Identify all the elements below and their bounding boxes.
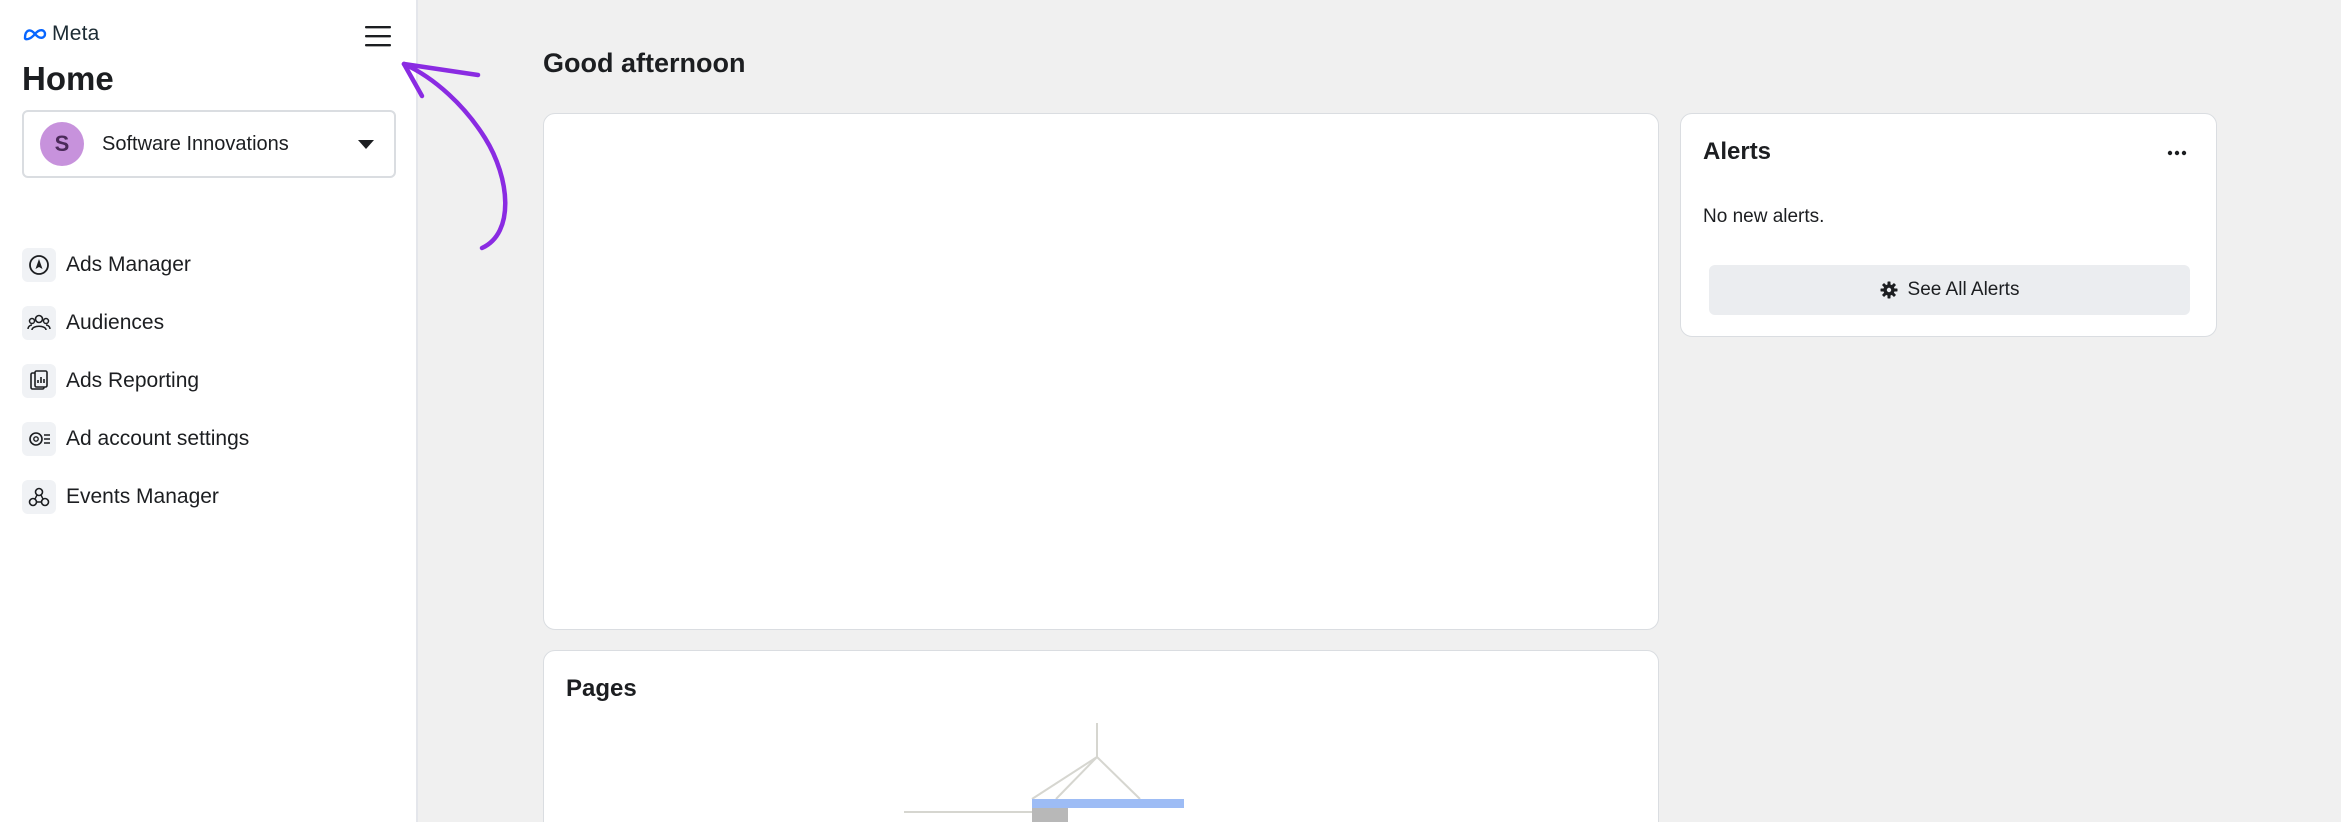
sidebar-item-ads-reporting[interactable]: Ads Reporting (22, 352, 396, 410)
page-title: Home (22, 60, 114, 97)
hamburger-icon (365, 26, 391, 47)
see-all-alerts-button[interactable]: See All Alerts (1709, 265, 2190, 315)
compass-icon (22, 248, 56, 282)
overview-card (543, 113, 1659, 630)
see-all-alerts-label: See All Alerts (1907, 279, 2020, 300)
brand-name: Meta (52, 22, 100, 45)
events-icon (22, 480, 56, 514)
report-icon (22, 364, 56, 398)
alerts-card-title: Alerts (1703, 138, 1772, 165)
hamburger-menu-button[interactable] (360, 18, 396, 54)
people-icon (22, 306, 56, 340)
chevron-down-icon (358, 139, 374, 149)
greeting: Good afternoon (543, 48, 746, 78)
sidebar-item-label: Ads Reporting (66, 369, 200, 392)
pages-illustration-icon (904, 723, 1184, 822)
sidebar-item-ads-manager[interactable]: Ads Manager (22, 236, 396, 294)
sidebar-item-events-manager[interactable]: Events Manager (22, 468, 396, 526)
account-name: Software Innovations (102, 132, 289, 155)
alerts-more-button[interactable] (2160, 136, 2194, 170)
sidebar-item-audiences[interactable]: Audiences (22, 294, 396, 352)
sidebar-item-label: Audiences (66, 311, 165, 334)
annotation-arrow-icon (401, 61, 508, 251)
sidebar-item-label: Ads Manager (66, 253, 191, 276)
alerts-card: Alerts No new alerts. See All Alerts (1680, 113, 2217, 337)
more-options-icon (2167, 150, 2187, 156)
account-selector[interactable]: S Software Innovations (22, 110, 396, 178)
sidebar: Meta Home S Software Innovations Ads Man… (0, 0, 418, 822)
meta-infinity-icon (23, 29, 47, 41)
pages-card: Pages (543, 650, 1659, 822)
sidebar-item-label: Ad account settings (66, 427, 250, 450)
meta-logo[interactable]: Meta (22, 22, 100, 46)
sidebar-item-label: Events Manager (66, 485, 219, 508)
sidebar-nav: Ads Manager Audiences Ads Reporting Ad a… (22, 236, 396, 526)
gear-icon (1880, 281, 1898, 299)
account-avatar: S (40, 122, 84, 166)
pages-card-title: Pages (566, 675, 637, 702)
settings-icon (22, 422, 56, 456)
alerts-empty-message: No new alerts. (1703, 206, 1825, 227)
sidebar-item-ad-account-settings[interactable]: Ad account settings (22, 410, 396, 468)
